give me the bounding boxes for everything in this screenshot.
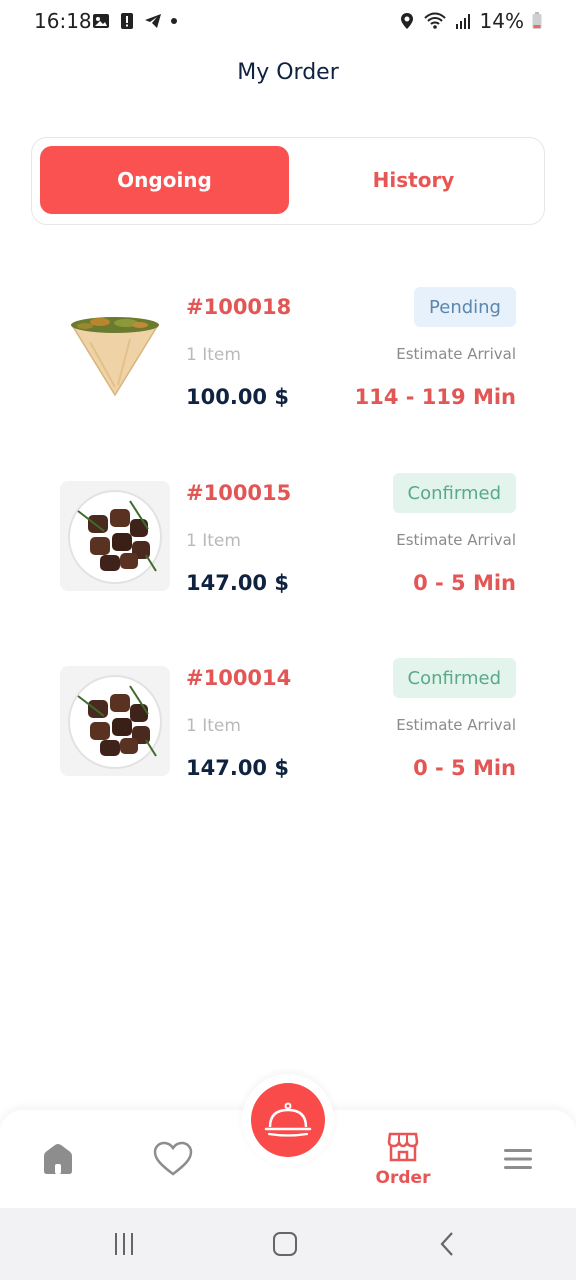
eta-value: 0 - 5 Min — [413, 756, 516, 780]
order-item-count: 1 Item — [186, 716, 241, 736]
nav-menu[interactable] — [473, 1110, 563, 1208]
eta-value: 0 - 5 Min — [413, 571, 516, 595]
battery-percent: 14% — [479, 9, 524, 33]
eta-label: Estimate Arrival — [396, 345, 516, 363]
status-time: 16:18 — [34, 9, 92, 33]
dot-icon — [171, 18, 177, 24]
eta-value: 114 - 119 Min — [354, 385, 516, 409]
order-item-count: 1 Item — [186, 531, 241, 551]
status-bar: 16:18 14% — [0, 0, 576, 44]
cloche-icon — [264, 1102, 312, 1137]
cloche-button[interactable] — [251, 1083, 325, 1157]
order-price: 147.00 $ — [186, 571, 289, 595]
order-item-count: 1 Item — [186, 345, 241, 365]
menu-icon — [504, 1149, 532, 1169]
status-badge: Pending — [414, 287, 516, 327]
nav-order[interactable]: Order — [358, 1110, 448, 1208]
nav-order-label: Order — [375, 1168, 431, 1188]
alert-icon — [121, 13, 133, 29]
system-nav-bar — [0, 1208, 576, 1280]
status-badge: Confirmed — [392, 473, 516, 513]
tab-history[interactable]: History — [289, 146, 538, 214]
order-id: #100018 — [186, 295, 292, 319]
order-tabs: Ongoing History — [31, 137, 545, 225]
home-button[interactable] — [265, 1226, 305, 1262]
order-price: 100.00 $ — [186, 385, 289, 409]
wrap-food-image — [60, 287, 170, 397]
store-icon — [387, 1132, 419, 1162]
order-card[interactable]: #100015 1 Item 147.00 $ Confirmed Estima… — [0, 473, 576, 595]
location-icon — [400, 13, 413, 29]
back-button[interactable] — [427, 1226, 467, 1262]
home-icon — [44, 1144, 72, 1174]
wifi-icon — [423, 12, 446, 29]
nav-home[interactable] — [13, 1110, 103, 1208]
telegram-icon — [145, 14, 161, 28]
grilled-meat-image — [60, 666, 170, 776]
grilled-meat-image — [60, 481, 170, 591]
page-title: My Order — [237, 60, 339, 85]
back-icon — [440, 1232, 453, 1256]
eta-label: Estimate Arrival — [396, 716, 516, 734]
signal-icon — [455, 14, 470, 29]
recent-apps-icon — [115, 1233, 133, 1255]
nav-favorites[interactable] — [128, 1110, 218, 1208]
home-square-icon — [273, 1232, 297, 1256]
tab-ongoing[interactable]: Ongoing — [40, 146, 289, 214]
order-card[interactable]: #100014 1 Item 147.00 $ Confirmed Estima… — [0, 658, 576, 780]
heart-icon — [153, 1141, 193, 1176]
image-icon — [93, 14, 109, 28]
order-id: #100015 — [186, 481, 292, 505]
status-badge: Confirmed — [392, 658, 516, 698]
order-card[interactable]: #100018 1 Item 100.00 $ Pending Estimate… — [0, 287, 576, 409]
eta-label: Estimate Arrival — [396, 531, 516, 549]
battery-icon — [532, 12, 542, 29]
order-id: #100014 — [186, 666, 292, 690]
order-price: 147.00 $ — [186, 756, 289, 780]
recent-apps-button[interactable] — [104, 1226, 144, 1262]
